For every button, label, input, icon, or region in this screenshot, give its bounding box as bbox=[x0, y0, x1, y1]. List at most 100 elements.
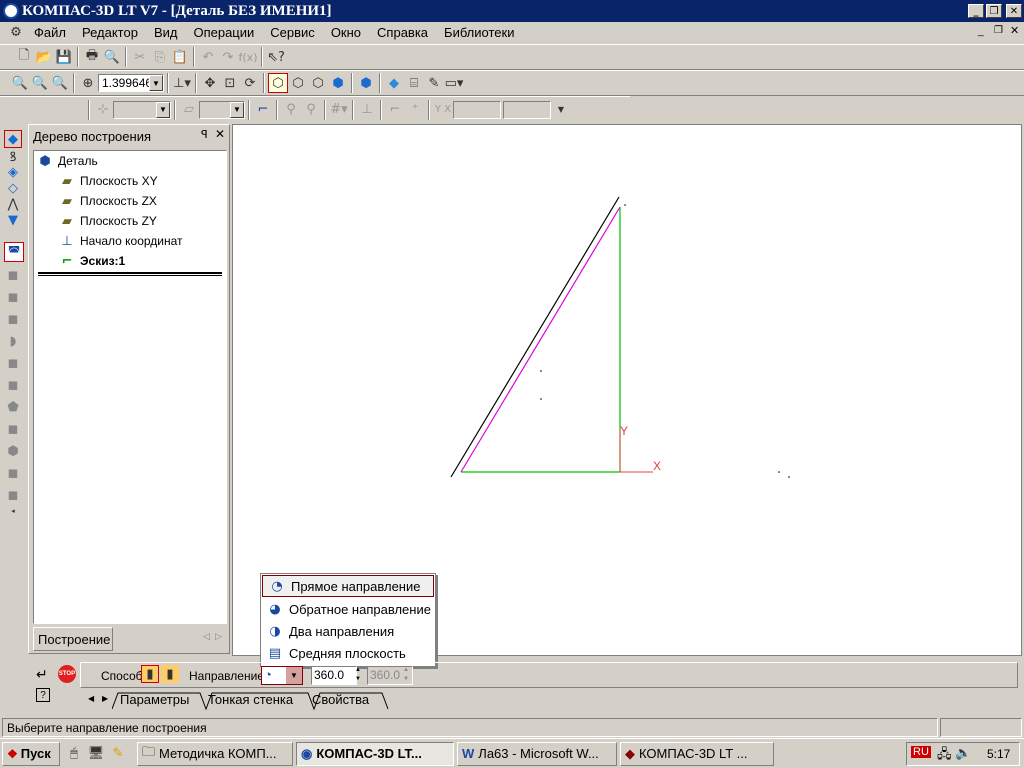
new-file-icon[interactable]: 🗋 bbox=[14, 47, 34, 67]
orientation-icon[interactable]: ⊥▾ bbox=[172, 73, 192, 93]
stop-icon[interactable]: STOP bbox=[58, 665, 76, 683]
document-icon[interactable]: ⚙ bbox=[6, 22, 26, 42]
cut-icon[interactable]: ✂ bbox=[130, 47, 150, 67]
tree-node-detail[interactable]: ⬢ Деталь bbox=[34, 151, 226, 171]
tray-network-icon[interactable]: 🖧 bbox=[937, 745, 952, 767]
tab-scroll-left-icon[interactable]: ◁ bbox=[203, 631, 210, 642]
start-button[interactable]: ❖ Пуск bbox=[2, 741, 60, 766]
quicklaunch-ie-icon[interactable]: 🖱 bbox=[63, 744, 85, 764]
sketch-panel-icon[interactable]: ꝸ bbox=[4, 148, 22, 165]
open-file-icon[interactable]: 📂 bbox=[34, 47, 54, 67]
menu-item-two-directions[interactable]: ◑ Два направления bbox=[261, 620, 435, 642]
menu-file[interactable]: Файл bbox=[26, 25, 74, 40]
tab-scroll-right-icon[interactable]: ▷ bbox=[215, 631, 222, 642]
function-icon[interactable]: f(x) bbox=[238, 47, 258, 67]
close-icon[interactable]: ✕ bbox=[215, 127, 225, 141]
task-word[interactable]: W Ла63 - Microsoft W... bbox=[457, 741, 617, 766]
cut-kinematic-icon[interactable]: ◼ bbox=[4, 376, 22, 394]
undo-icon[interactable]: ↶ bbox=[198, 47, 218, 67]
task-kompas-2[interactable]: ◆ КОМПАС-3D LT ... bbox=[620, 741, 774, 766]
measure-panel-icon[interactable]: ◈ bbox=[4, 164, 22, 180]
cut-extrude-icon[interactable]: ◗ bbox=[4, 332, 22, 350]
distance-input[interactable]: 360.0 bbox=[311, 666, 357, 685]
chevron-down-icon[interactable]: ▼ bbox=[551, 100, 571, 120]
pin-icon[interactable]: ꟼ bbox=[201, 128, 208, 141]
loft-operation-icon[interactable]: ◼ bbox=[4, 310, 22, 328]
tab-scroll-left-icon[interactable]: ◀ bbox=[88, 694, 94, 703]
tree-node-sketch[interactable]: ⌐ Эскиз:1 bbox=[34, 251, 226, 271]
editing-panel-icon[interactable]: ◆ bbox=[4, 130, 22, 148]
tray-volume-icon[interactable]: 🔈 bbox=[955, 745, 971, 761]
rotate-icon[interactable]: ⟳ bbox=[240, 73, 260, 93]
redo-icon[interactable]: ↷ bbox=[218, 47, 238, 67]
app-icon[interactable] bbox=[3, 3, 19, 19]
tree-node-plane-zx[interactable]: ▰ Плоскость ZX bbox=[34, 191, 226, 211]
chevron-down-icon[interactable]: ▼ bbox=[149, 75, 163, 91]
doc-close-button[interactable]: ✕ bbox=[1010, 24, 1019, 37]
language-indicator[interactable]: RU bbox=[911, 746, 931, 758]
zoom-scale-icon[interactable]: ⊕ bbox=[78, 73, 98, 93]
zoom-out-icon[interactable]: 🔍 bbox=[30, 73, 50, 93]
shaded-edges-icon[interactable]: ⬢ bbox=[356, 73, 376, 93]
task-kompas-active[interactable]: ◉ КОМПАС-3D LT... bbox=[296, 741, 454, 766]
paste-icon[interactable]: 📋 bbox=[170, 47, 190, 67]
rotate-operation-icon[interactable]: ◼ bbox=[4, 266, 22, 284]
shaded-icon[interactable]: ⬢ bbox=[328, 73, 348, 93]
print-icon[interactable]: 🖶 bbox=[82, 47, 102, 67]
menu-service[interactable]: Сервис bbox=[262, 25, 323, 40]
doc-minimize-button[interactable]: _ bbox=[978, 26, 984, 37]
chevron-down-icon[interactable]: ▼ bbox=[286, 667, 302, 684]
save-icon[interactable]: 💾 bbox=[54, 47, 74, 67]
menu-editor[interactable]: Редактор bbox=[74, 25, 146, 40]
extrude-operation-icon[interactable]: ◚ bbox=[4, 242, 24, 262]
maximize-button[interactable]: ❐ bbox=[986, 4, 1002, 18]
cut-rotate-icon[interactable]: ◼ bbox=[4, 354, 22, 372]
close-button[interactable]: ✕ bbox=[1006, 4, 1022, 18]
menu-libraries[interactable]: Библиотеки bbox=[436, 25, 522, 40]
cut-loft-icon[interactable]: ⬟ bbox=[4, 398, 22, 416]
tools-panel-icon[interactable]: ◇ bbox=[4, 180, 22, 196]
distance-stepper[interactable]: ▲ ▼ bbox=[355, 666, 365, 685]
enter-icon[interactable]: ↵ bbox=[36, 666, 48, 683]
menu-item-forward-direction[interactable]: ◔ Прямое направление bbox=[262, 575, 434, 597]
tree-node-plane-xy[interactable]: ▰ Плоскость XY bbox=[34, 171, 226, 191]
layers-icon[interactable]: ▭▾ bbox=[444, 73, 464, 93]
hidden-lines-icon[interactable]: ⬡ bbox=[288, 73, 308, 93]
curves-panel-icon[interactable]: ⋀ bbox=[4, 196, 22, 212]
kinematic-operation-icon[interactable]: ◼ bbox=[4, 288, 22, 306]
copy-icon[interactable]: ⎘ bbox=[150, 47, 170, 67]
zoom-fit-icon[interactable]: 🔍 bbox=[50, 73, 70, 93]
thin-hidden-lines-icon[interactable]: ⬡ bbox=[308, 73, 328, 93]
pan-icon[interactable]: ✥ bbox=[200, 73, 220, 93]
zoom-in-icon[interactable]: 🔍 bbox=[10, 73, 30, 93]
direction-select[interactable]: ◔ ▼ bbox=[261, 666, 303, 685]
minimize-button[interactable]: _ bbox=[968, 4, 984, 18]
help-icon[interactable]: ? bbox=[36, 688, 50, 702]
menu-window[interactable]: Окно bbox=[323, 25, 369, 40]
print-preview-icon[interactable]: 🔍 bbox=[102, 47, 122, 67]
section-icon[interactable]: ⌸ bbox=[404, 73, 424, 93]
wireframe-icon[interactable]: ⬡ bbox=[268, 73, 288, 93]
tree-node-origin[interactable]: ⊥ Начало координат bbox=[34, 231, 226, 251]
context-help-icon[interactable]: ⇖? bbox=[266, 47, 286, 67]
tab-scroll-right-icon[interactable]: ▶ bbox=[102, 694, 108, 703]
task-methodichka[interactable]: 🗀 Методичка КОМП... bbox=[137, 741, 293, 766]
method-extrude-icon[interactable]: ▮ bbox=[141, 665, 159, 683]
filter-panel-icon[interactable]: ▼ bbox=[4, 212, 22, 228]
shell-icon[interactable]: ◼ bbox=[4, 464, 22, 482]
menu-view[interactable]: Вид bbox=[146, 25, 186, 40]
doc-restore-button[interactable]: ❐ bbox=[994, 25, 1003, 36]
tree-node-plane-zy[interactable]: ▰ Плоскость ZY bbox=[34, 211, 226, 231]
quicklaunch-tool-icon[interactable]: ✎ bbox=[107, 744, 129, 764]
zoom-scale-select[interactable]: 1.399646 ▼ bbox=[98, 74, 164, 92]
tab-construction[interactable]: Построение bbox=[33, 627, 113, 651]
chamfer-icon[interactable]: ⬢ bbox=[4, 442, 22, 460]
perspective-icon[interactable]: ◆ bbox=[384, 73, 404, 93]
fillet-icon[interactable]: ◼ bbox=[4, 420, 22, 438]
quicklaunch-desktop-icon[interactable]: 🖥 bbox=[85, 744, 107, 764]
scroll-down-icon[interactable]: ◂ bbox=[4, 506, 22, 516]
menu-item-reverse-direction[interactable]: ◕ Обратное направление bbox=[261, 598, 435, 620]
menu-help[interactable]: Справка bbox=[369, 25, 436, 40]
method-extrude-alt-icon[interactable]: ▮ bbox=[161, 665, 179, 683]
rib-icon[interactable]: ◼ bbox=[4, 486, 22, 504]
